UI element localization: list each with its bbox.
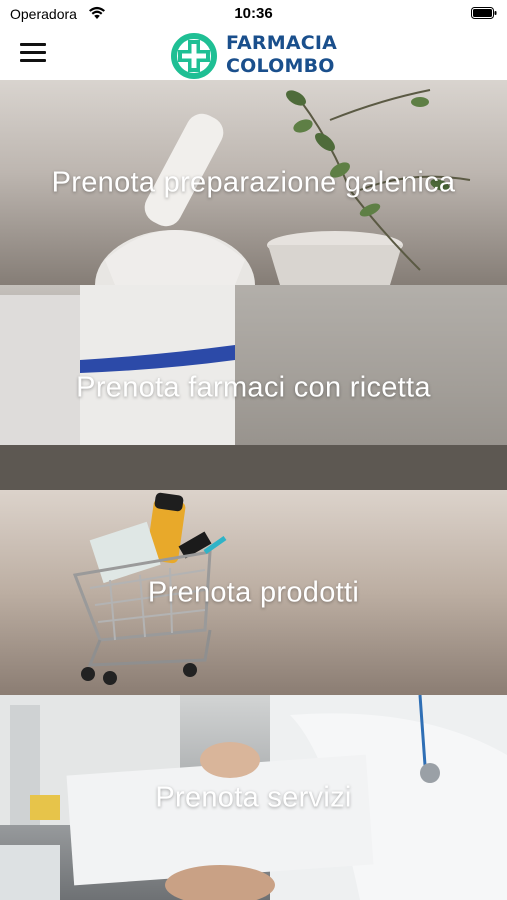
panel-label: Prenota preparazione galenica [51, 166, 456, 198]
panel-label: Prenota prodotti [147, 576, 360, 608]
pharmacy-cross-icon [171, 33, 217, 79]
panel-preparazione-galenica[interactable]: Prenota preparazione galenica [0, 80, 507, 285]
status-time: 10:36 [234, 5, 273, 22]
panel-label: Prenota farmaci con ricetta [76, 371, 431, 403]
panel-servizi[interactable]: Prenota servizi [0, 695, 507, 900]
panel-farmaci-ricetta[interactable]: Prenota farmaci con ricetta [0, 285, 507, 490]
battery-icon [471, 7, 497, 19]
panel-prodotti[interactable]: Prenota prodotti [0, 490, 507, 695]
status-bar: Operadora 10:36 [0, 0, 507, 28]
panel-label: Prenota servizi [155, 781, 352, 813]
app-header: FARMACIA COLOMBO [0, 28, 507, 80]
logo-line-colombo: COLOMBO [226, 55, 335, 77]
logo-text: FARMACIA COLOMBO [226, 32, 337, 78]
farmacia-logo[interactable]: FARMACIA COLOMBO [170, 32, 340, 79]
logo-line-farmacia: FARMACIA [226, 32, 338, 54]
menu-button[interactable] [18, 40, 48, 66]
hamburger-icon [20, 43, 46, 46]
